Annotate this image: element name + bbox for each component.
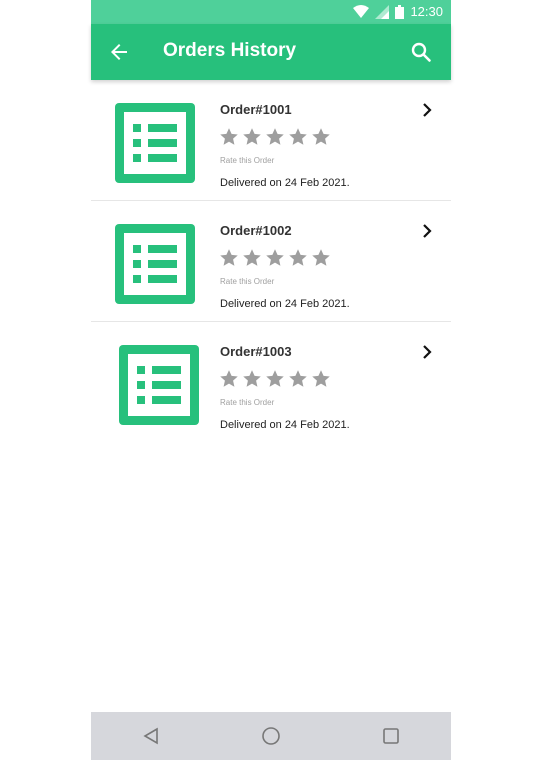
- home-circle-icon: [262, 727, 280, 745]
- nav-back-button[interactable]: [139, 724, 163, 748]
- wifi-icon: [353, 4, 370, 18]
- chevron-right-icon[interactable]: [419, 102, 435, 118]
- rating-stars[interactable]: [219, 248, 331, 268]
- delivered-date: Delivered on 24 Feb 2021.: [220, 177, 350, 189]
- search-icon[interactable]: [409, 40, 433, 64]
- chevron-right-icon[interactable]: [419, 344, 435, 360]
- chevron-right-icon[interactable]: [419, 223, 435, 239]
- order-list-item[interactable]: Order#1002 Rate this Order Delivered on …: [91, 201, 451, 322]
- rate-label: Rate this Order: [220, 277, 275, 286]
- system-nav-bar: [91, 712, 451, 760]
- app-bar: Orders History: [91, 24, 451, 80]
- star-icon[interactable]: [242, 248, 262, 268]
- order-list-item[interactable]: Order#1001 Rate this Order Delivered on …: [91, 80, 451, 201]
- arrow-left-icon[interactable]: [107, 40, 131, 64]
- delivered-date: Delivered on 24 Feb 2021.: [220, 419, 350, 431]
- order-list-icon: [119, 345, 199, 425]
- delivered-date: Delivered on 24 Feb 2021.: [220, 298, 350, 310]
- rating-stars[interactable]: [219, 127, 331, 147]
- star-icon[interactable]: [288, 248, 308, 268]
- star-icon[interactable]: [219, 248, 239, 268]
- order-id: Order#1003: [220, 344, 292, 359]
- star-icon[interactable]: [311, 369, 331, 389]
- star-icon[interactable]: [242, 369, 262, 389]
- recents-square-icon: [383, 728, 399, 744]
- orders-list: Order#1001 Rate this Order Delivered on …: [91, 80, 451, 442]
- star-icon[interactable]: [265, 127, 285, 147]
- signal-icon: [375, 4, 390, 19]
- rate-label: Rate this Order: [220, 156, 275, 165]
- nav-home-button[interactable]: [259, 724, 283, 748]
- star-icon[interactable]: [288, 127, 308, 147]
- star-icon[interactable]: [265, 248, 285, 268]
- star-icon[interactable]: [219, 369, 239, 389]
- battery-icon: [395, 4, 405, 19]
- page-title: Orders History: [163, 40, 297, 61]
- order-id: Order#1001: [220, 102, 292, 117]
- nav-recents-button[interactable]: [379, 724, 403, 748]
- rating-stars[interactable]: [219, 369, 331, 389]
- star-icon[interactable]: [219, 127, 239, 147]
- order-id: Order#1002: [220, 223, 292, 238]
- order-list-icon: [115, 224, 195, 304]
- status-bar: 12:30: [91, 0, 451, 24]
- order-list-icon: [115, 103, 195, 183]
- status-time: 12:30: [410, 4, 443, 19]
- back-triangle-icon: [143, 727, 158, 745]
- order-list-item[interactable]: Order#1003 Rate this Order Delivered on …: [91, 322, 451, 442]
- star-icon[interactable]: [265, 369, 285, 389]
- star-icon[interactable]: [288, 369, 308, 389]
- star-icon[interactable]: [242, 127, 262, 147]
- star-icon[interactable]: [311, 248, 331, 268]
- phone-screen: 12:30 Orders History Order#1001 Rate thi…: [91, 0, 451, 760]
- star-icon[interactable]: [311, 127, 331, 147]
- status-icons: 12:30: [353, 4, 443, 19]
- rate-label: Rate this Order: [220, 398, 275, 407]
